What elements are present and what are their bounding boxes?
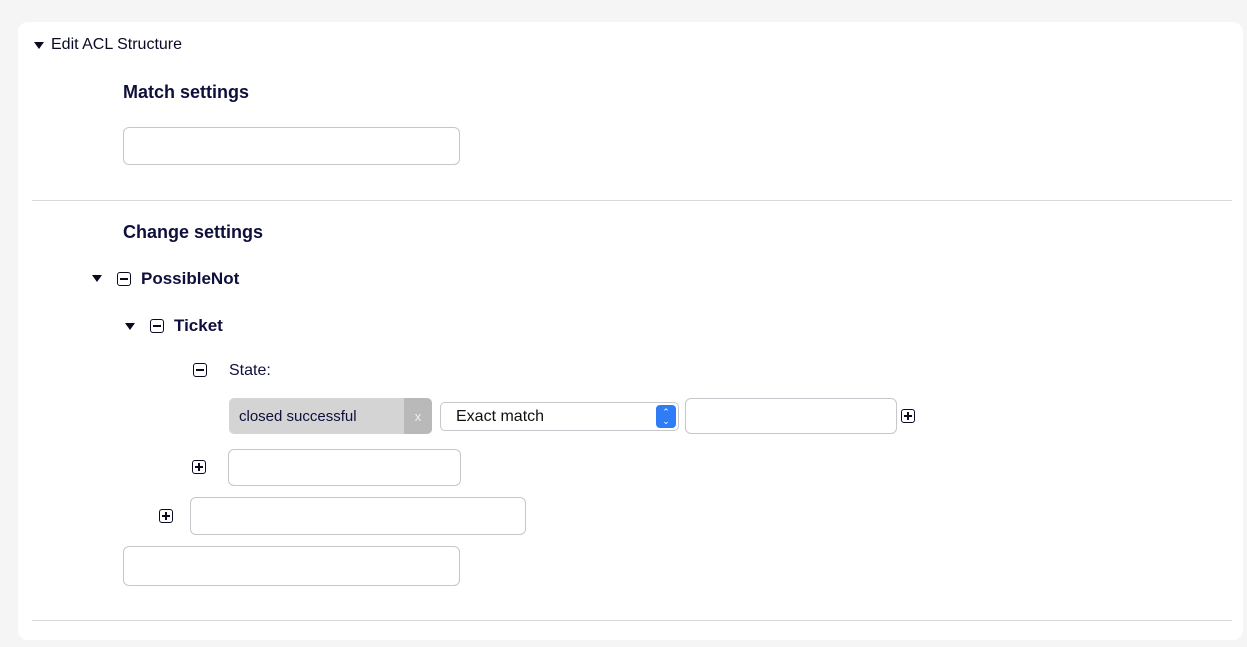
chevron-down-icon: ⌄ [662, 415, 670, 426]
add-field-input[interactable] [228, 449, 461, 486]
node-label-ticket: Ticket [174, 316, 223, 335]
add-node-input[interactable] [123, 546, 460, 586]
match-settings-input[interactable] [123, 127, 460, 165]
match-settings-heading: Match settings [123, 82, 250, 102]
node-label-possiblenot: PossibleNot [141, 269, 240, 288]
state-value-chip: closed successful x [229, 398, 432, 434]
divider [32, 620, 1232, 621]
change-settings-heading: Change settings [123, 222, 264, 242]
plus-square-icon[interactable] [192, 460, 206, 474]
caret-down-icon[interactable] [125, 323, 135, 330]
divider [32, 200, 1232, 201]
minus-square-icon[interactable] [117, 272, 131, 286]
edit-acl-structure-toggle[interactable]: Edit ACL Structure [34, 36, 182, 54]
match-type-select[interactable]: Exact match ⌃ ⌄ [440, 402, 679, 431]
chip-remove-button[interactable]: x [404, 398, 432, 434]
plus-square-icon[interactable] [901, 409, 915, 423]
add-child-input[interactable] [190, 497, 526, 535]
plus-square-icon[interactable] [159, 509, 173, 523]
match-type-value: Exact match [456, 407, 545, 425]
caret-down-icon[interactable] [92, 275, 102, 282]
caret-down-icon [34, 41, 44, 49]
minus-square-icon[interactable] [150, 319, 164, 333]
select-arrows-icon: ⌃ ⌄ [656, 405, 676, 428]
edit-acl-structure-label: Edit ACL Structure [51, 36, 183, 53]
state-value-input[interactable] [685, 398, 897, 434]
state-field-label: State: [229, 362, 271, 379]
acl-structure-panel: Edit ACL Structure Match settings Change… [18, 22, 1243, 640]
minus-square-icon[interactable] [193, 363, 207, 377]
state-value-text: closed successful [239, 407, 357, 425]
